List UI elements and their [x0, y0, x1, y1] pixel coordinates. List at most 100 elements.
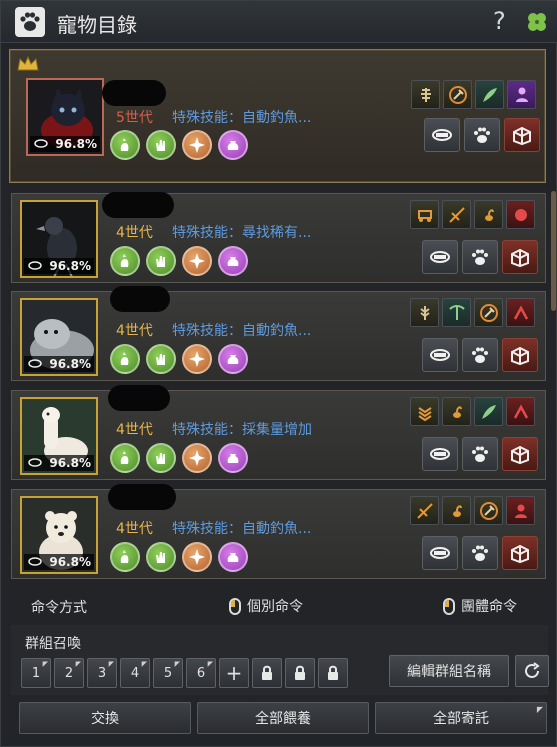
bottom-actions: 交換 全部餵養 全部寄託 ◤ [19, 702, 547, 734]
feed-all-button[interactable]: 全部餵養 [197, 702, 369, 734]
summon-button[interactable] [462, 338, 498, 372]
green-wing-icon [474, 397, 503, 426]
release-button[interactable] [504, 118, 540, 152]
corner-mark-icon: ◤ [207, 660, 213, 668]
hand-trait-icon [146, 344, 176, 374]
group-slot-5[interactable]: 5 ◤ [153, 658, 183, 688]
pet-portrait[interactable]: 96.8% [26, 78, 104, 156]
feed-button[interactable] [422, 536, 458, 570]
paw-icon [472, 446, 488, 462]
special-skill-label: 特殊技能：自動釣魚... [172, 323, 312, 339]
cat-trait-icon [110, 130, 140, 160]
group-slot-4[interactable]: 4 ◤ [120, 658, 150, 688]
help-button[interactable]: ? [493, 7, 506, 35]
group-summon-panel: 群組召喚 1 ◤ 2 ◤ 3 ◤ 4 ◤ 5 ◤ 6 ◤ + 編輯群組名稱 [11, 625, 549, 695]
pet-card[interactable]: 96.8% 4世代 特殊技能：自動釣魚... [11, 484, 546, 579]
add-group-button[interactable]: + [219, 658, 249, 688]
group-slots: 1 ◤ 2 ◤ 3 ◤ 4 ◤ 5 ◤ 6 ◤ + [21, 658, 348, 688]
red-fist-icon [506, 200, 535, 229]
clover-icon[interactable] [524, 9, 550, 35]
broken-box-icon [511, 544, 529, 564]
refresh-button[interactable] [515, 655, 549, 687]
redacted-name [102, 80, 166, 106]
scorpion-icon [474, 200, 503, 229]
pet-card[interactable]: 96.8% 4世代 特殊技能：採集量增加 [11, 385, 546, 480]
wheat-icon [410, 397, 439, 426]
wheat-person-icon [410, 298, 439, 327]
pet-card[interactable]: 96.8% 4世代 特殊技能：自動釣魚... [11, 286, 546, 381]
pet-portrait[interactable]: 96.8% [20, 397, 98, 475]
hunger-value: 96.8% [55, 137, 97, 151]
bag-trait-icon [218, 344, 248, 374]
generation-label: 5世代 [116, 110, 153, 126]
feed-all-label: 全部餵養 [255, 711, 311, 727]
consign-all-button[interactable]: 全部寄託 ◤ [375, 702, 547, 734]
paw-icon [15, 7, 45, 37]
lock-icon [328, 665, 338, 680]
pickaxe-icon [442, 298, 471, 327]
exchange-button[interactable]: 交換 [19, 702, 191, 734]
group-slot-1[interactable]: 1 ◤ [21, 658, 51, 688]
edit-group-name-button[interactable]: 編輯群組名稱 [389, 655, 509, 687]
pet-portrait[interactable]: 96.8% [20, 200, 98, 278]
pet-card[interactable]: 96.8% 4世代 特殊技能：尋找稀有... [11, 192, 546, 283]
group-command[interactable]: 團體命令 [443, 596, 517, 616]
paw-icon [474, 127, 490, 143]
locked-slot[interactable] [252, 658, 282, 688]
cat-trait-icon [110, 344, 140, 374]
feed-button[interactable] [422, 240, 458, 274]
summon-button[interactable] [462, 437, 498, 471]
release-button[interactable] [502, 536, 538, 570]
bowl-icon [430, 448, 450, 460]
feed-button[interactable] [422, 338, 458, 372]
broken-box-icon [511, 248, 529, 268]
trait-icons [110, 130, 248, 160]
summon-button[interactable] [464, 118, 500, 152]
trait-icons [110, 344, 248, 374]
group-slot-2[interactable]: 2 ◤ [54, 658, 84, 688]
list-scrollbar[interactable] [551, 191, 556, 311]
corner-mark-icon: ◤ [141, 660, 147, 668]
skill-icons [410, 298, 535, 327]
individual-command[interactable]: 個別命令 [229, 596, 303, 616]
group-summon-title: 群組召喚 [25, 636, 81, 652]
feed-button[interactable] [422, 437, 458, 471]
group-slot-6[interactable]: 6 ◤ [186, 658, 216, 688]
group-slot-3[interactable]: 3 ◤ [87, 658, 117, 688]
feed-button[interactable] [424, 118, 460, 152]
scorpion-icon [442, 397, 471, 426]
corner-mark-icon: ◤ [174, 660, 180, 668]
bag-trait-icon [218, 443, 248, 473]
compass-trait-icon [182, 246, 212, 276]
generation-label: 4世代 [116, 521, 153, 537]
release-button[interactable] [502, 240, 538, 274]
pet-card-main[interactable]: 96.8% 5世代 特殊技能：自動釣魚... [9, 49, 546, 183]
cat-trait-icon [110, 246, 140, 276]
slot-number: 4 [130, 665, 140, 681]
release-button[interactable] [502, 338, 538, 372]
horse-carriage-icon [411, 80, 440, 109]
red-person-icon [506, 397, 535, 426]
cat-trait-icon [110, 542, 140, 572]
paw-icon [472, 249, 488, 265]
hunger-readout: 96.8% [24, 258, 94, 274]
summon-button[interactable] [462, 536, 498, 570]
title-bar[interactable]: 寵物目錄 ? [1, 1, 557, 43]
red-person-icon [506, 496, 535, 525]
redacted-name [110, 286, 170, 312]
command-mode-bar: 命令方式 個別命令 團體命令 [11, 593, 548, 619]
generation-label: 4世代 [116, 225, 153, 241]
pet-list[interactable]: 96.8% 5世代 特殊技能：自動釣魚... 96.8% 4世代 特殊技能：尋找… [9, 49, 551, 583]
summon-button[interactable] [462, 240, 498, 274]
release-button[interactable] [502, 437, 538, 471]
exchange-label: 交換 [91, 711, 119, 727]
locked-slot[interactable] [285, 658, 315, 688]
hand-trait-icon [146, 246, 176, 276]
pet-portrait[interactable]: 96.8% [20, 496, 98, 574]
pet-portrait[interactable]: 96.8% [20, 298, 98, 376]
broken-box-icon [513, 126, 531, 146]
bowl-icon [430, 349, 450, 361]
locked-slot[interactable] [318, 658, 348, 688]
circle-axe-icon [474, 298, 503, 327]
circle-axe-icon [474, 496, 503, 525]
